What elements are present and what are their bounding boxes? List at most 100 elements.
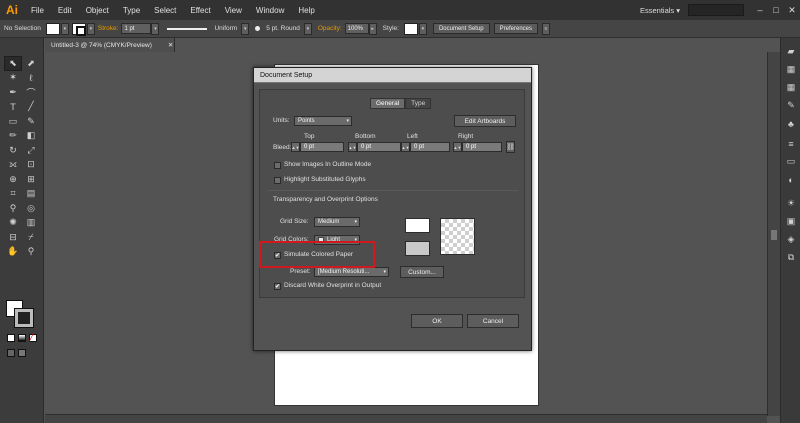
graphic-styles-icon[interactable]: ▣ — [785, 216, 797, 227]
show-images-outline-checkbox[interactable] — [274, 162, 281, 169]
grid-color-dark-box[interactable] — [405, 241, 430, 256]
bleed-left-field[interactable]: 0 pt — [410, 142, 450, 152]
style-swatch[interactable] — [403, 22, 418, 35]
menu-view[interactable]: View — [218, 6, 249, 15]
menu-effect[interactable]: Effect — [183, 6, 217, 15]
appearance-panel-icon[interactable]: ☀ — [785, 198, 797, 209]
menu-edit[interactable]: Edit — [51, 6, 79, 15]
workspace-switcher[interactable]: Essentials ▾ — [632, 6, 688, 15]
stroke-weight-field[interactable]: 1 pt — [121, 23, 152, 34]
menu-help[interactable]: Help — [291, 6, 321, 15]
draw-mode-icon[interactable] — [7, 349, 15, 357]
opacity-dropdown-arrow[interactable]: ▸ — [368, 22, 377, 35]
fill-dropdown-arrow[interactable]: ▾ — [60, 22, 69, 35]
profile-dropdown-arrow[interactable]: ▾ — [241, 22, 250, 35]
cancel-button[interactable]: Cancel — [467, 314, 519, 328]
shape-builder-tool-icon[interactable]: ⊕ — [4, 172, 22, 187]
link-bleed-icon[interactable]: ⛓ — [506, 141, 515, 153]
paintbrush-tool-icon[interactable]: ✎ — [22, 114, 40, 129]
magic-wand-tool-icon[interactable]: ✶ — [4, 71, 22, 86]
swatches-panel-icon[interactable]: ▦ — [785, 82, 797, 93]
bleed-top-field[interactable]: 0 pt — [300, 142, 344, 152]
document-setup-button[interactable]: Document Setup — [432, 23, 490, 34]
mesh-tool-icon[interactable]: ⌗ — [4, 187, 22, 202]
rectangle-tool-icon[interactable]: ▭ — [4, 114, 22, 129]
menu-file[interactable]: File — [24, 6, 51, 15]
free-transform-tool-icon[interactable]: ⊡ — [22, 158, 40, 173]
symbols-panel-icon[interactable]: ♣ — [785, 118, 797, 129]
menu-window[interactable]: Window — [249, 6, 291, 15]
fill-swatch[interactable] — [45, 22, 60, 35]
zoom-tool-icon[interactable]: ⚲ — [22, 245, 40, 260]
lasso-tool-icon[interactable]: ℓ — [22, 71, 40, 86]
column-graph-tool-icon[interactable]: ▥ — [22, 216, 40, 231]
minimize-button[interactable]: – — [752, 3, 768, 17]
grid-size-select[interactable]: Medium ▾ — [314, 217, 360, 227]
stroke-swatch[interactable] — [71, 22, 86, 36]
menu-select[interactable]: Select — [147, 6, 183, 15]
preferences-button[interactable]: Preferences — [493, 23, 538, 34]
stroke-weight-arrow[interactable]: ▾ — [151, 22, 160, 35]
stroke-label[interactable]: Stroke: — [98, 25, 119, 32]
artboard-tool-icon[interactable]: ⊟ — [4, 230, 22, 245]
brush-dropdown-arrow[interactable]: ▾ — [303, 22, 312, 35]
symbol-sprayer-tool-icon[interactable]: ✺ — [4, 216, 22, 231]
none-mode-icon[interactable]: ╱ — [29, 333, 37, 342]
horizontal-scrollbar[interactable] — [45, 414, 767, 423]
stroke-dropdown-arrow[interactable]: ▾ — [86, 22, 95, 35]
line-tool-icon[interactable]: ╱ — [22, 100, 40, 115]
direct-selection-tool-icon[interactable]: ⬈ — [22, 56, 40, 71]
gradient-panel-icon[interactable]: ▭ — [785, 156, 797, 167]
opacity-label[interactable]: Opacity: — [318, 25, 342, 32]
grid-color-light-box[interactable] — [405, 218, 430, 233]
selection-tool-icon[interactable]: ⬉ — [4, 56, 22, 71]
eyedropper-tool-icon[interactable]: ⚲ — [4, 201, 22, 216]
color-panel-icon[interactable]: ▰ — [785, 46, 797, 57]
color-mode-icon[interactable] — [7, 334, 15, 342]
color-guide-icon[interactable]: ▦ — [785, 64, 797, 75]
opacity-field[interactable]: 100% — [344, 23, 369, 34]
bleed-bottom-field[interactable]: 0 pt — [357, 142, 401, 152]
brushes-panel-icon[interactable]: ✎ — [785, 100, 797, 111]
artboards-panel-icon[interactable]: ⧉ — [785, 252, 797, 263]
units-select[interactable]: Points ▾ — [294, 116, 352, 126]
discard-white-checkbox[interactable]: ✔ — [274, 283, 281, 290]
menu-object[interactable]: Object — [79, 6, 116, 15]
pencil-tool-icon[interactable]: ✏ — [4, 129, 22, 144]
close-tab-icon[interactable]: ✕ — [168, 41, 173, 49]
ok-button[interactable]: OK — [411, 314, 463, 328]
stroke-color-box[interactable] — [14, 308, 34, 328]
custom-button[interactable]: Custom... — [400, 266, 444, 278]
menu-type[interactable]: Type — [116, 6, 147, 15]
profile-value[interactable]: Uniform — [214, 25, 237, 32]
blend-tool-icon[interactable]: ◎ — [22, 201, 40, 216]
scale-tool-icon[interactable]: ⤢ — [22, 143, 40, 158]
edit-artboards-button[interactable]: Edit Artboards — [454, 115, 516, 127]
bleed-left-stepper[interactable]: ▲▼ — [401, 142, 410, 152]
width-tool-icon[interactable]: ⟗ — [4, 158, 22, 173]
help-search-input[interactable] — [688, 4, 744, 16]
slice-tool-icon[interactable]: ⌿ — [22, 230, 40, 245]
bleed-right-stepper[interactable]: ▲▼ — [453, 142, 462, 152]
vertical-scrollbar[interactable] — [767, 52, 780, 416]
brush-value[interactable]: 5 pt. Round — [266, 25, 300, 32]
bleed-top-stepper[interactable]: ▲▼ — [291, 142, 300, 152]
rotate-tool-icon[interactable]: ↻ — [4, 143, 22, 158]
bleed-bottom-stepper[interactable]: ▲▼ — [348, 142, 357, 152]
curvature-tool-icon[interactable]: ⌒ — [22, 85, 40, 100]
gradient-tool-icon[interactable]: ▤ — [22, 187, 40, 202]
gradient-mode-icon[interactable] — [18, 334, 26, 342]
pen-tool-icon[interactable]: ✒ — [4, 85, 22, 100]
scroll-thumb[interactable] — [771, 230, 777, 240]
screen-mode-icon[interactable] — [18, 349, 26, 357]
bleed-right-field[interactable]: 0 pt — [462, 142, 502, 152]
document-tab[interactable]: Untitled-3 @ 74% (CMYK/Preview) ✕ — [45, 38, 175, 52]
preset-select[interactable]: [Medium Resoluti... ▾ — [314, 267, 389, 277]
tab-type[interactable]: Type — [405, 98, 432, 109]
stroke-panel-icon[interactable]: ≡ — [785, 138, 797, 149]
style-dropdown-arrow[interactable]: ▾ — [418, 22, 427, 35]
layers-panel-icon[interactable]: ◈ — [785, 234, 797, 245]
transparency-panel-icon[interactable]: ◐ — [785, 174, 797, 185]
hand-tool-icon[interactable]: ✋ — [4, 245, 22, 260]
maximize-button[interactable]: □ — [768, 3, 784, 17]
